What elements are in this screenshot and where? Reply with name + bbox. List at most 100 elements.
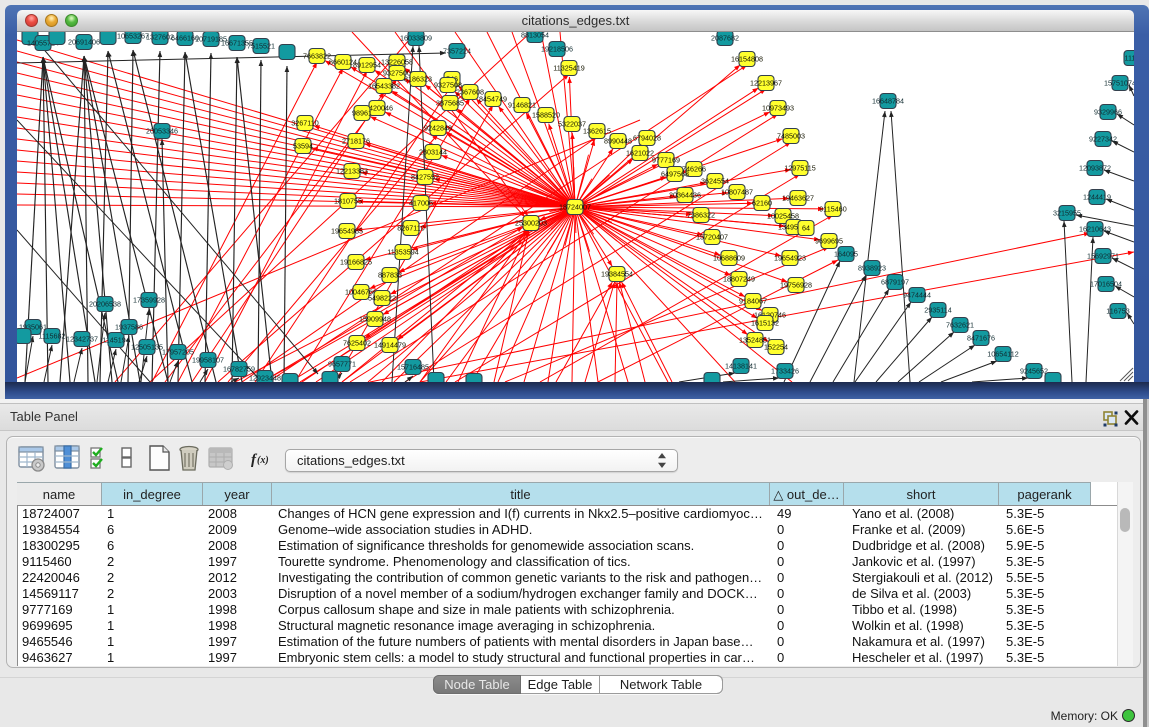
svg-text:20053346: 20053346 [146,126,178,135]
svg-text:1621022: 1621022 [626,148,654,157]
svg-text:2087682: 2087682 [711,33,739,42]
svg-text:417006: 417006 [409,198,433,207]
svg-text:7625402: 7625402 [343,338,371,347]
svg-text:8186323: 8186323 [404,74,432,83]
svg-text:5322037: 5322037 [558,119,586,128]
svg-text:12505135: 12505135 [131,342,163,351]
svg-text:1145194: 1145194 [102,335,129,344]
svg-text:17957205: 17957205 [162,347,194,356]
svg-text:9329966: 9329966 [1094,107,1122,116]
svg-text:8990448: 8990448 [604,136,632,145]
svg-text:12975115: 12975115 [784,163,815,172]
svg-text:9657771: 9657771 [328,359,356,368]
svg-text:7386322: 7386322 [687,210,715,219]
svg-text:7515521: 7515521 [247,41,275,50]
svg-text:1810755: 1810755 [334,196,362,205]
svg-text:8267110: 8267110 [397,223,424,232]
svg-text:1362615: 1362615 [583,126,611,135]
svg-text:16033809: 16033809 [400,33,432,42]
svg-text:6497568: 6497568 [661,169,689,178]
svg-text:9115460: 9115460 [819,204,846,213]
svg-text:62160: 62160 [752,198,772,207]
svg-text:8912954: 8912954 [353,60,381,69]
svg-text:9474444: 9474444 [903,290,931,299]
svg-text:16154808: 16154808 [731,54,763,63]
svg-text:19756928: 19756928 [780,280,812,289]
svg-text:16543382: 16543382 [368,81,400,90]
svg-text:12093872: 12093872 [1079,163,1111,172]
svg-text:3267110: 3267110 [291,118,318,127]
svg-text:15909948: 15909948 [359,314,391,323]
svg-text:18807249: 18807249 [723,274,755,283]
svg-text:116753: 116753 [1106,306,1129,315]
svg-text:19384554: 19384554 [601,269,633,278]
svg-text:20691406: 20691406 [68,37,100,46]
svg-text:2935114: 2935114 [924,305,951,314]
svg-text:14138141: 14138141 [725,361,757,370]
svg-text:8938923: 8938923 [858,263,886,272]
svg-text:9242848: 9242848 [424,123,452,132]
svg-text:2718176: 2718176 [342,136,370,145]
svg-text:1937586: 1937586 [115,322,143,331]
svg-text:11325419: 11325419 [553,63,584,72]
svg-text:15716485: 15716485 [397,362,429,371]
svg-text:15751074: 15751074 [1104,78,1134,87]
svg-text:98961: 98961 [352,108,372,117]
svg-text:2803144: 2803144 [419,147,447,156]
svg-text:10654112: 10654112 [987,349,1018,358]
svg-text:1733426: 1733426 [771,366,799,375]
svg-text:25300203: 25300203 [515,218,547,227]
svg-text:20206538: 20206538 [89,299,121,308]
svg-text:19463627: 19463627 [782,193,814,202]
svg-text:12342737: 12342737 [66,334,98,343]
svg-text:887833: 887833 [378,270,402,279]
svg-text:1112: 1112 [1125,53,1134,62]
svg-text:8471676: 8471676 [967,333,995,342]
svg-text:3624554: 3624554 [701,176,729,185]
svg-text:20364436: 20364436 [669,190,701,199]
svg-text:9184067: 9184067 [739,296,767,305]
svg-text:8454749: 8454749 [479,94,507,103]
svg-text:7357224: 7357224 [443,46,471,55]
svg-text:1115682: 1115682 [39,331,66,340]
svg-text:14914479: 14914479 [374,340,406,349]
svg-text:19654985: 19654985 [331,226,363,235]
svg-text:7663822: 7663822 [303,51,331,60]
svg-text:53594: 53594 [293,141,313,150]
svg-text:12213967: 12213967 [750,78,782,87]
svg-text:7632621: 7632621 [946,320,974,329]
svg-text:10653267: 10653267 [117,32,149,40]
svg-text:16210643: 16210643 [1079,224,1111,233]
svg-text:10973493: 10973493 [762,103,794,112]
svg-text:3215955: 3215955 [1053,208,1081,217]
svg-text:(x): (x) [257,455,269,466]
svg-text:7485003: 7485003 [777,131,805,140]
svg-text:19218506: 19218506 [541,44,573,53]
svg-text:8813054: 8813054 [521,32,549,39]
svg-text:19166825: 19166825 [340,257,372,266]
svg-text:64: 64 [802,223,810,232]
svg-text:3875685: 3875685 [436,98,464,107]
svg-text:6794028: 6794028 [633,133,661,142]
svg-text:19958107: 19958107 [192,355,224,364]
svg-text:1615132: 1615132 [751,318,779,327]
svg-text:1327602: 1327602 [146,32,174,41]
svg-text:1244419: 1244419 [1083,192,1111,201]
svg-text:15692971: 15692971 [1087,251,1119,260]
svg-text:17016504: 17016504 [1090,279,1122,288]
svg-text:1588520: 1588520 [532,110,560,119]
svg-text:6879197: 6879197 [881,277,909,286]
svg-text:9777169: 9777169 [652,155,680,164]
svg-text:9245652: 9245652 [1020,366,1048,375]
svg-text:19654923: 19654923 [774,253,806,262]
svg-text:16648784: 16648784 [872,96,904,105]
svg-text:164095: 164095 [834,249,858,258]
svg-text:16782759: 16782759 [223,364,255,373]
svg-text:10807487: 10807487 [721,187,753,196]
svg-text:18724007: 18724007 [559,202,591,211]
svg-text:15720407: 15720407 [696,232,728,241]
svg-text:152254: 152254 [764,342,788,351]
svg-text:9699695: 9699695 [815,236,843,245]
svg-text:9146821: 9146821 [508,100,536,109]
svg-text:9227342: 9227342 [1089,134,1117,143]
